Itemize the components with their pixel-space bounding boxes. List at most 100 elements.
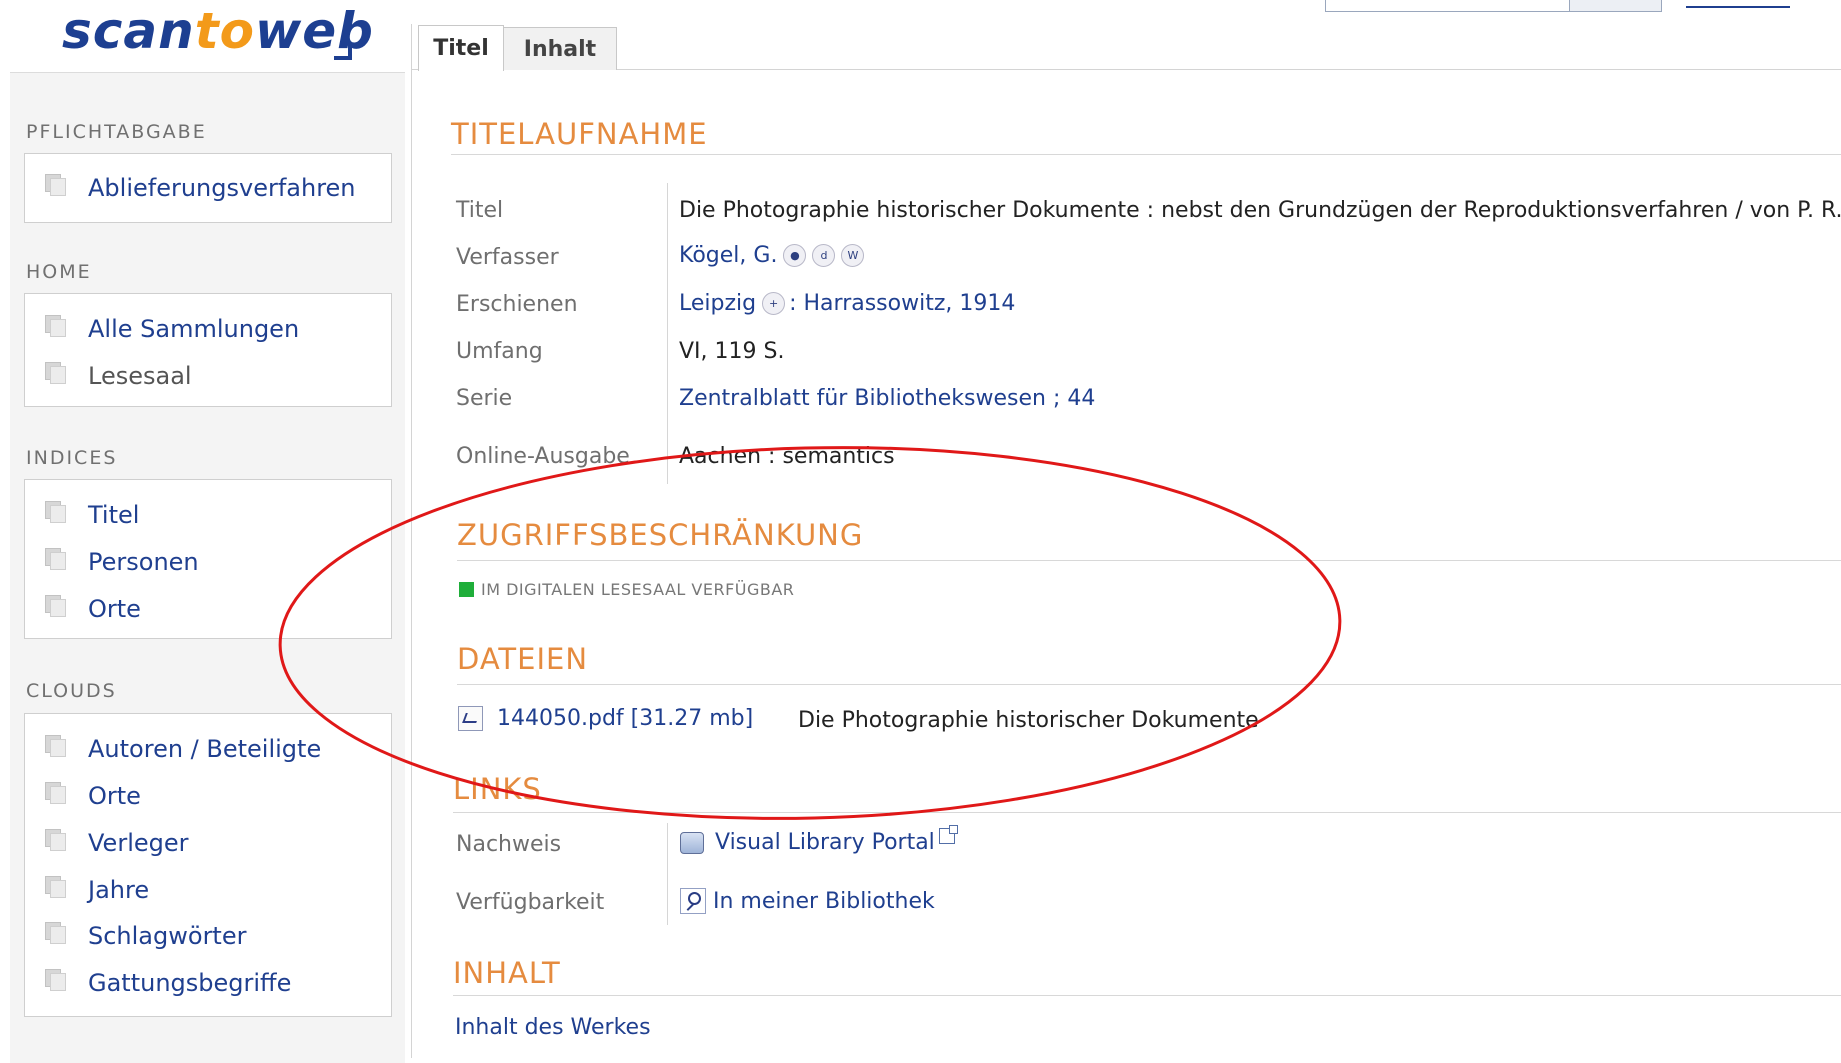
wikipedia-icon[interactable]: W — [841, 244, 865, 267]
external-link-icon — [938, 824, 958, 844]
logo-scan: scan — [62, 2, 195, 60]
label-verfuegbarkeit: Verfügbarkeit — [456, 890, 605, 915]
label-serie: Serie — [456, 386, 513, 411]
tab-inhalt[interactable]: Inhalt — [503, 27, 617, 70]
value-serie: Zentralblatt für Bibliothekswesen ; 44 — [679, 386, 1095, 411]
sidebar-item-orte-cloud[interactable]: Orte — [45, 781, 141, 811]
value-titel: Die Photographie historischer Dokumente … — [679, 198, 1841, 223]
sidebar-item-verleger[interactable]: Verleger — [45, 828, 189, 858]
sidebar-item-label: Lesesaal — [88, 362, 192, 390]
pdf-download-link[interactable]: 144050.pdf [31.27 mb] — [497, 706, 753, 731]
magnifier-icon — [680, 888, 706, 914]
portal-icon — [680, 831, 704, 854]
inhalt-des-werkes-link[interactable]: Inhalt des Werkes — [455, 1015, 651, 1040]
search-input[interactable] — [1325, 0, 1571, 12]
search-button[interactable] — [1569, 0, 1662, 12]
sidebar-item-titel[interactable]: Titel — [45, 500, 139, 530]
sidebar-item-label: Verleger — [88, 829, 189, 857]
document-icon — [45, 969, 66, 991]
label-erschienen: Erschienen — [456, 292, 578, 317]
value-online-ausgabe: Aachen : semantics — [679, 444, 895, 469]
sidebar-item-personen[interactable]: Personen — [45, 547, 199, 577]
document-icon — [45, 315, 66, 337]
sidebar-box-clouds: Autoren / Beteiligte Orte Verleger Jahre… — [24, 713, 392, 1017]
sidebar-heading-home: HOME — [26, 261, 92, 283]
access-status: IM DIGITALEN LESESAAL VERFÜGBAR — [459, 580, 794, 599]
label-verfasser: Verfasser — [456, 245, 559, 270]
section-rule — [451, 154, 1841, 155]
series-link[interactable]: Zentralblatt für Bibliothekswesen ; 44 — [679, 386, 1095, 411]
sidebar-item-gattungsbegriffe[interactable]: Gattungsbegriffe — [45, 968, 291, 998]
value-erschienen: Leipzig + : Harrassowitz, 1914 — [679, 291, 1015, 316]
value-verfuegbarkeit: In meiner Bibliothek — [680, 888, 935, 914]
document-icon — [45, 829, 66, 851]
logo-web: web — [255, 2, 374, 60]
sidebar-item-label: Jahre — [88, 876, 150, 904]
sidebar-item-autoren[interactable]: Autoren / Beteiligte — [45, 734, 321, 764]
sidebar: PFLICHTABGABE Ablieferungsverfahren HOME… — [10, 72, 405, 1063]
section-title-inhalt: INHALT — [453, 956, 561, 990]
file-description: Die Photographie historischer Dokumente — [798, 708, 1259, 733]
label-nachweis: Nachweis — [456, 832, 562, 857]
publisher-link[interactable]: : Harrassowitz, 1914 — [789, 291, 1015, 316]
library-availability-link[interactable]: In meiner Bibliothek — [713, 889, 935, 914]
document-icon — [45, 501, 66, 523]
sidebar-box-indices: Titel Personen Orte — [24, 479, 392, 639]
section-rule — [457, 560, 1841, 561]
sidebar-box-pflichtabgabe: Ablieferungsverfahren — [24, 153, 392, 223]
person-icon[interactable]: ● — [783, 244, 807, 267]
document-icon — [45, 595, 66, 617]
sidebar-item-label: Titel — [88, 501, 140, 529]
visual-library-portal-link[interactable]: Visual Library Portal — [715, 830, 935, 855]
sidebar-item-label: Ablieferungsverfahren — [88, 174, 356, 202]
content-link-row: Inhalt des Werkes — [455, 1015, 651, 1040]
dnb-icon[interactable]: d — [812, 244, 836, 267]
sidebar-item-label: Orte — [88, 782, 141, 810]
links-divider — [667, 823, 668, 925]
geo-plus-icon[interactable]: + — [762, 292, 786, 315]
value-nachweis: Visual Library Portal — [680, 824, 958, 855]
logo-to: to — [194, 2, 256, 60]
sidebar-item-label: Gattungsbegriffe — [88, 969, 292, 997]
place-link[interactable]: Leipzig — [679, 291, 756, 316]
document-icon — [45, 174, 66, 196]
sidebar-item-jahre[interactable]: Jahre — [45, 875, 149, 905]
sidebar-heading-clouds: CLOUDS — [26, 680, 117, 702]
pdf-icon[interactable] — [458, 706, 483, 731]
scantoweb-logo[interactable]: scantoweb — [62, 2, 373, 66]
tab-titel[interactable]: Titel — [418, 25, 504, 71]
sidebar-item-label: Schlagwörter — [88, 922, 247, 950]
sidebar-item-label: Orte — [88, 595, 141, 623]
author-link[interactable]: Kögel, G. — [679, 243, 777, 268]
document-icon — [45, 362, 66, 384]
file-row: 144050.pdf [31.27 mb] — [458, 706, 753, 731]
document-icon — [45, 782, 66, 804]
section-title-titelaufnahme: TITELAUFNAHME — [451, 117, 708, 151]
sidebar-item-alle-sammlungen[interactable]: Alle Sammlungen — [45, 314, 299, 344]
top-link[interactable] — [1686, 6, 1790, 8]
section-title-links: LINKS — [453, 772, 542, 806]
section-rule — [453, 812, 1841, 813]
logo-corner-mark — [334, 42, 352, 60]
sidebar-item-lesesaal[interactable]: Lesesaal — [45, 361, 192, 391]
sidebar-box-home: Alle Sammlungen Lesesaal — [24, 293, 392, 407]
document-icon — [45, 922, 66, 944]
section-title-dateien: DATEIEN — [457, 642, 589, 676]
content-border — [411, 24, 412, 1058]
sidebar-item-label: Autoren / Beteiligte — [88, 735, 322, 763]
document-icon — [45, 548, 66, 570]
sidebar-item-label: Alle Sammlungen — [88, 315, 300, 343]
section-title-zugriff: ZUGRIFFSBESCHRÄNKUNG — [457, 518, 864, 552]
document-icon — [45, 735, 66, 757]
access-status-text: IM DIGITALEN LESESAAL VERFÜGBAR — [481, 580, 795, 599]
metadata-divider — [667, 183, 668, 484]
sidebar-item-ablieferungsverfahren[interactable]: Ablieferungsverfahren — [45, 173, 356, 203]
sidebar-item-schlagwoerter[interactable]: Schlagwörter — [45, 921, 246, 951]
value-verfasser: Kögel, G. ● d W — [679, 243, 865, 268]
tabs-baseline — [411, 69, 1841, 70]
document-icon — [45, 876, 66, 898]
section-rule — [453, 995, 1841, 996]
section-rule — [457, 684, 1841, 685]
sidebar-item-orte[interactable]: Orte — [45, 594, 141, 624]
label-umfang: Umfang — [456, 339, 543, 364]
